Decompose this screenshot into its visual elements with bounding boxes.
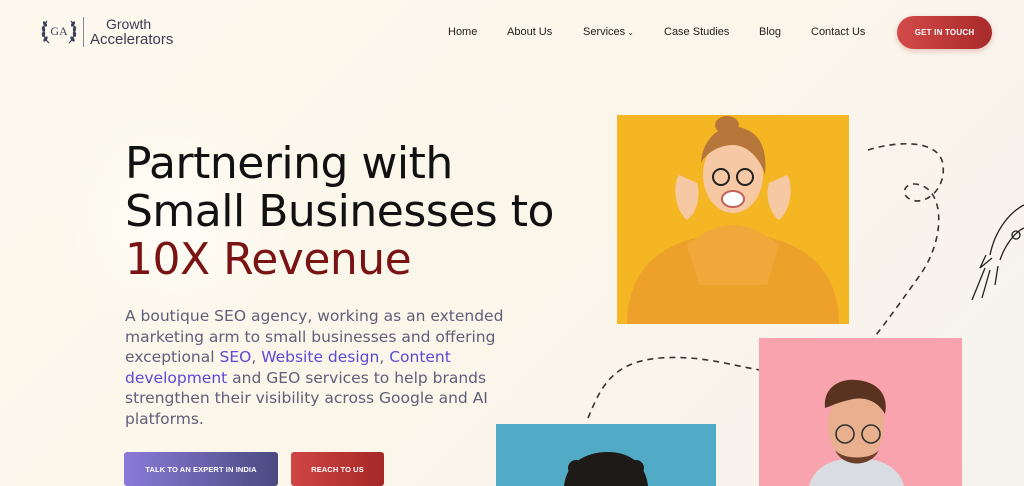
person-portrait-image [496,424,716,486]
rocket-icon [971,204,1024,301]
man-portrait-image [759,338,962,486]
woman-portrait-image [617,115,849,324]
